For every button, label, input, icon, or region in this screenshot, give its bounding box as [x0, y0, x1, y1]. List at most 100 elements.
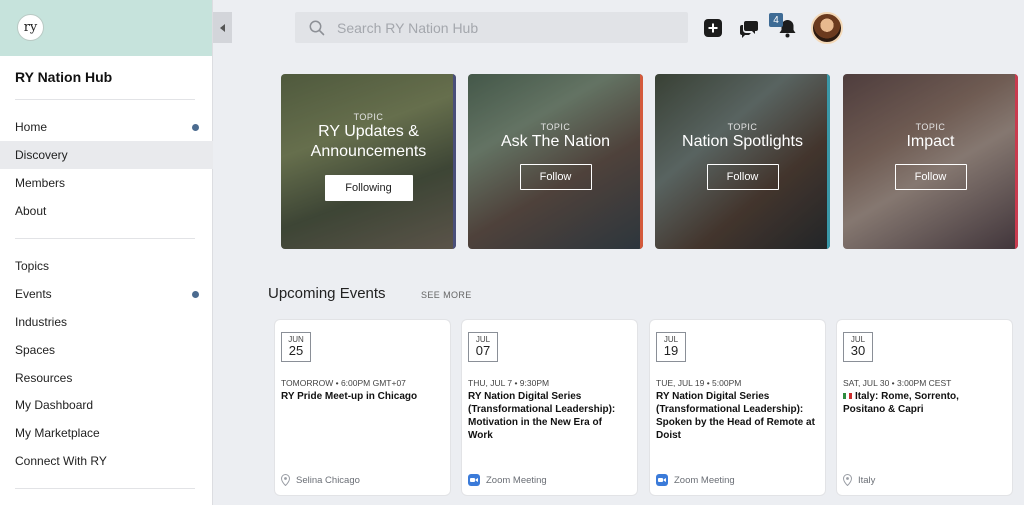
topic-label: TOPIC — [353, 112, 384, 122]
sidebar-item-resources[interactable]: Resources — [0, 364, 213, 392]
unread-dot — [192, 124, 199, 131]
create-button[interactable] — [702, 17, 723, 38]
sidebar-item-label: My Dashboard — [15, 398, 94, 412]
topic-overlay — [468, 74, 643, 249]
topic-card-ask-the-nation[interactable]: TOPIC Ask The Nation Follow — [468, 74, 643, 249]
collapse-sidebar-button[interactable] — [213, 12, 232, 43]
sidebar-item-label: Members — [15, 176, 66, 190]
section-title: Upcoming Events — [268, 285, 386, 302]
location-text: Selina Chicago — [296, 474, 360, 486]
event-time: SAT, JUL 30 • 3:00PM CEST — [843, 378, 952, 388]
sidebar-item-label: Home — [15, 120, 48, 134]
topic-edge — [827, 74, 830, 249]
sidebar-item-my-dashboard[interactable]: My Dashboard — [0, 391, 213, 419]
event-location: Selina Chicago — [281, 474, 360, 486]
see-more-link[interactable]: SEE MORE — [421, 290, 472, 300]
sidebar-item-label: Industries — [15, 315, 68, 329]
topic-name: Ask The Nation — [500, 133, 611, 150]
user-avatar[interactable] — [811, 12, 843, 44]
plus-square-icon — [703, 18, 722, 37]
topic-name: Impact — [906, 133, 955, 150]
event-card[interactable]: JUL 07 THU, JUL 7 • 9:30PM RY Nation Dig… — [462, 320, 637, 495]
event-title-wrapper: Italy: Rome, Sorrento, Positano & Capri — [843, 390, 1003, 416]
topic-card-impact[interactable]: TOPIC Impact Follow — [843, 74, 1018, 249]
zoom-icon — [656, 474, 668, 486]
sidebar-item-home[interactable]: Home — [0, 113, 213, 141]
hub-title: RY Nation Hub — [15, 69, 113, 85]
follow-button[interactable]: Follow — [706, 164, 779, 190]
event-card[interactable]: JUL 19 TUE, JUL 19 • 5:00PM RY Nation Di… — [650, 320, 825, 495]
date-badge: JUN 25 — [281, 332, 311, 362]
chat-bubbles-icon — [740, 20, 758, 38]
brand-logo[interactable]: ry — [17, 14, 44, 41]
search-bar[interactable] — [295, 12, 688, 43]
sidebar-item-spaces[interactable]: Spaces — [0, 336, 213, 364]
location-text: Zoom Meeting — [486, 474, 547, 486]
event-card[interactable]: JUL 30 SAT, JUL 30 • 3:00PM CEST Italy: … — [837, 320, 1012, 495]
sidebar-item-discovery[interactable]: Discovery — [0, 141, 213, 169]
topic-edge — [640, 74, 643, 249]
sidebar-header: ry — [0, 0, 212, 56]
topic-card-ry-updates[interactable]: TOPIC RY Updates & Announcements Followi… — [281, 74, 456, 249]
chevron-left-icon — [220, 23, 225, 32]
topic-name: RY Updates & Announcements — [310, 123, 427, 160]
event-time: TUE, JUL 19 • 5:00PM — [656, 378, 742, 388]
event-title: RY Nation Digital Series (Transformation… — [656, 391, 815, 441]
event-day: 19 — [663, 343, 679, 358]
sidebar-item-label: Spaces — [15, 343, 56, 357]
sidebar-divider — [15, 238, 195, 239]
event-card[interactable]: JUN 25 TOMORROW • 6:00PM GMT+07 RY Pride… — [275, 320, 450, 495]
sidebar-item-label: Discovery — [15, 148, 68, 162]
event-day: 25 — [288, 343, 304, 358]
unread-dot — [192, 291, 199, 298]
messages-button[interactable] — [739, 17, 760, 38]
event-location: Zoom Meeting — [468, 474, 547, 486]
location-pin-icon — [843, 474, 852, 486]
topic-edge — [453, 74, 456, 249]
sidebar-item-label: Resources — [15, 371, 73, 385]
date-badge: JUL 19 — [656, 332, 686, 362]
topic-overlay — [843, 74, 1018, 249]
topic-edge — [1015, 74, 1018, 249]
italy-flag-icon — [843, 393, 852, 400]
sidebar-item-label: Topics — [15, 259, 50, 273]
topic-label: TOPIC — [915, 122, 946, 132]
sidebar-divider — [15, 488, 195, 489]
sidebar-divider — [15, 99, 195, 100]
topic-name: Nation Spotlights — [682, 133, 803, 150]
sidebar-item-label: About — [15, 204, 47, 218]
follow-button[interactable]: Follow — [519, 164, 592, 190]
sidebar: ry RY Nation Hub Home Discovery Members … — [0, 0, 213, 505]
follow-button[interactable]: Follow — [894, 164, 967, 190]
zoom-icon — [468, 474, 480, 486]
sidebar-item-my-marketplace[interactable]: My Marketplace — [0, 419, 213, 447]
event-day: 07 — [475, 343, 491, 358]
event-title: RY Nation Digital Series (Transformation… — [468, 391, 616, 441]
notifications-badge: 4 — [769, 13, 783, 27]
location-text: Zoom Meeting — [674, 474, 735, 486]
date-badge: JUL 07 — [468, 332, 498, 362]
event-location: Zoom Meeting — [656, 474, 735, 486]
search-input[interactable] — [337, 19, 657, 36]
sidebar-item-label: My Marketplace — [15, 426, 100, 440]
sidebar-item-members[interactable]: Members — [0, 169, 213, 197]
sidebar-item-industries[interactable]: Industries — [0, 308, 213, 336]
sidebar-item-events[interactable]: Events — [0, 280, 213, 308]
following-button[interactable]: Following — [324, 175, 413, 201]
topic-label: TOPIC — [540, 122, 571, 132]
date-badge: JUL 30 — [843, 332, 873, 362]
event-location: Italy — [843, 474, 875, 486]
location-pin-icon — [281, 474, 290, 486]
sidebar-item-label: Events — [15, 287, 52, 301]
sidebar-item-topics[interactable]: Topics — [0, 252, 213, 280]
event-time: TOMORROW • 6:00PM GMT+07 — [281, 378, 406, 388]
topic-label: TOPIC — [727, 122, 758, 132]
sidebar-item-label: Connect With RY — [15, 454, 107, 468]
sidebar-item-about[interactable]: About — [0, 197, 213, 225]
event-title: Italy: Rome, Sorrento, Positano & Capri — [843, 391, 959, 415]
event-day: 30 — [850, 343, 866, 358]
search-icon — [309, 20, 325, 35]
topic-card-nation-spotlights[interactable]: TOPIC Nation Spotlights Follow — [655, 74, 830, 249]
topic-overlay — [655, 74, 830, 249]
sidebar-item-connect-with-ry[interactable]: Connect With RY — [0, 447, 213, 475]
